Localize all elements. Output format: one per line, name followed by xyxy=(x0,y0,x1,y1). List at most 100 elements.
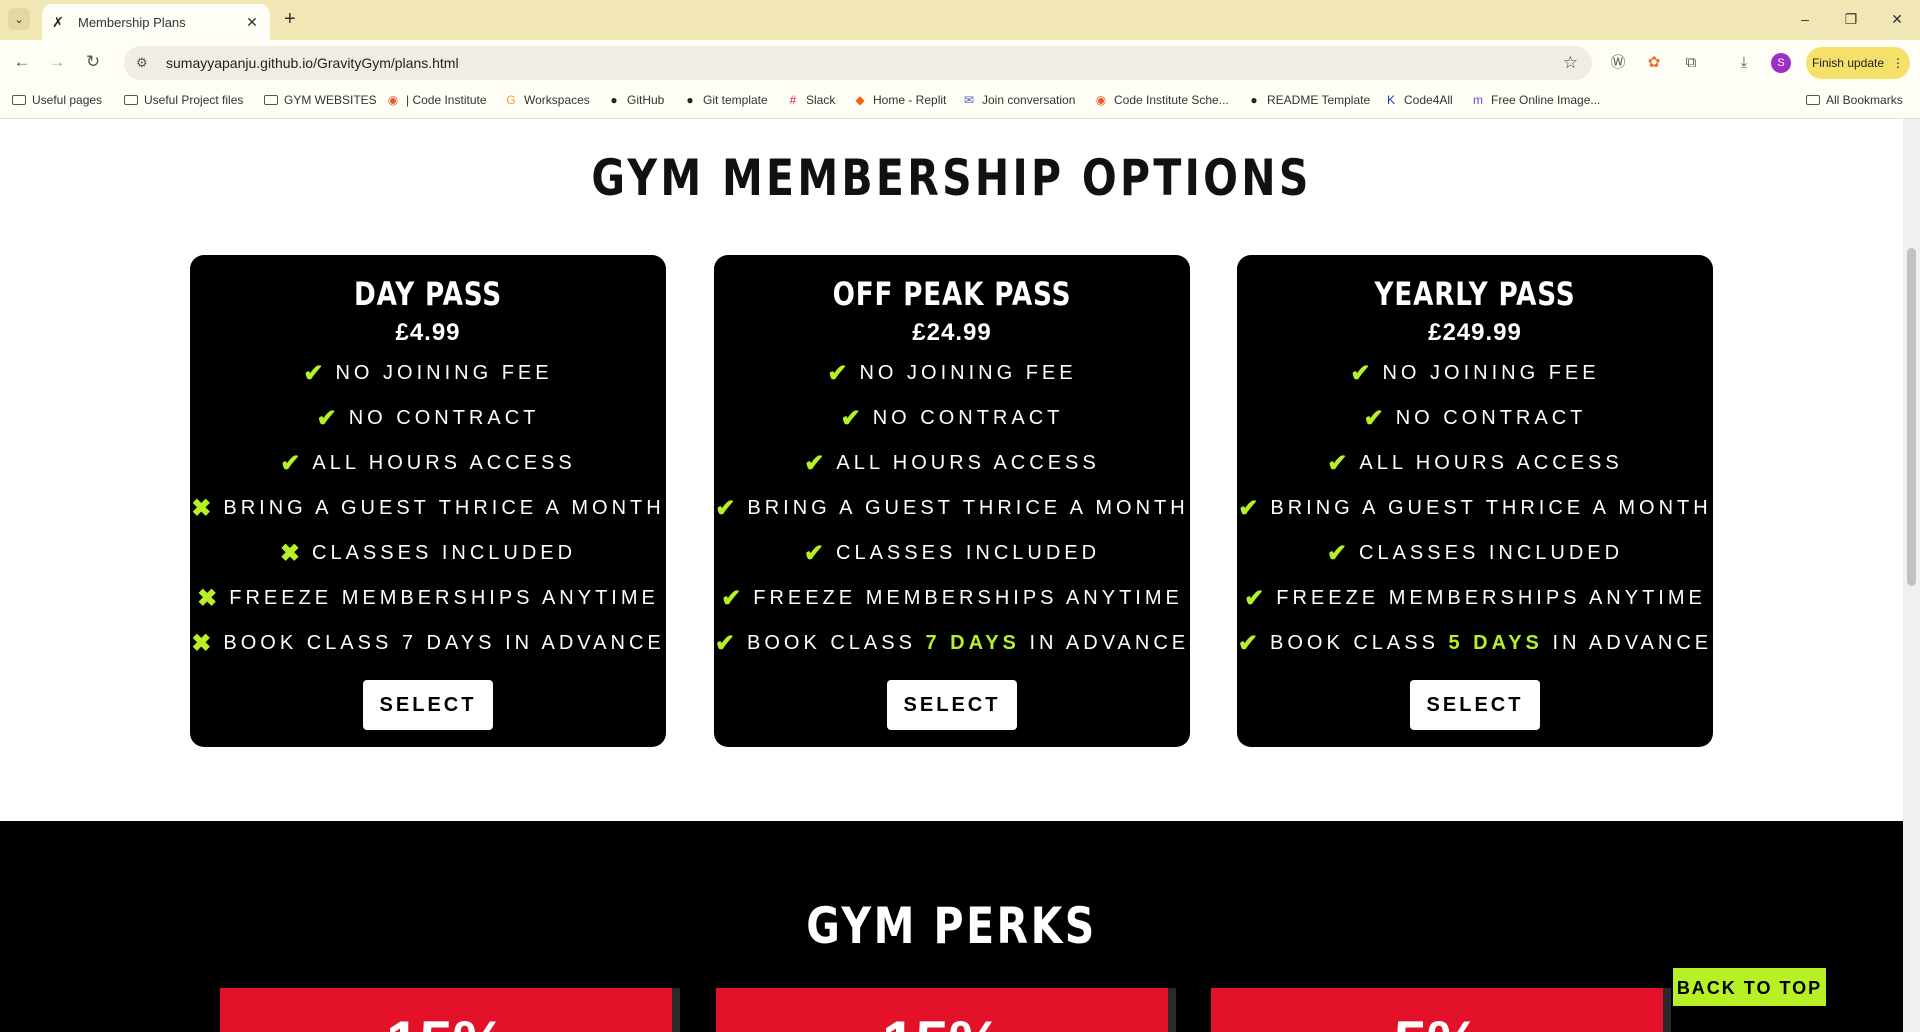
restore-icon[interactable]: ❐ xyxy=(1836,8,1866,30)
check-icon: ✔ xyxy=(1326,540,1348,567)
github-icon: ● xyxy=(686,93,694,107)
downloads-icon[interactable]: ⤓ xyxy=(1733,52,1755,74)
check-icon: ✔ xyxy=(1350,360,1371,387)
chat-icon: ✉ xyxy=(963,93,975,107)
bookmark-label: Home - Replit xyxy=(873,93,947,107)
bookmark-item[interactable]: ● GitHub xyxy=(607,92,664,108)
extension-icon[interactable]: ✿ xyxy=(1643,52,1665,74)
tab-close-icon[interactable]: ✕ xyxy=(244,14,260,30)
profile-avatar[interactable]: S xyxy=(1771,53,1791,73)
feature-text: BOOK CLASS xyxy=(746,632,926,654)
github-icon: ● xyxy=(610,93,618,107)
bookmark-label: Workspaces xyxy=(524,93,590,107)
all-bookmarks[interactable]: All Bookmarks xyxy=(1806,92,1903,108)
gym-perks-section: GYM PERKS 15% 15% 5% xyxy=(0,821,1903,1032)
bookmark-label: Join conversation xyxy=(982,93,1076,107)
bookmark-item[interactable]: GYM WEBSITES xyxy=(264,92,377,108)
bookmark-item[interactable]: Useful pages xyxy=(12,92,102,108)
feature-text: CLASSES INCLUDED xyxy=(312,542,577,564)
select-button[interactable]: SELECT xyxy=(1410,680,1540,730)
check-icon: ✔ xyxy=(303,360,324,387)
feature-text: BRING A GUEST THRICE A MONTH xyxy=(223,497,665,519)
g-icon: G xyxy=(506,93,516,107)
perk-card: 15% xyxy=(220,988,672,1032)
back-to-top-button[interactable]: BACK TO TOP xyxy=(1672,967,1827,1007)
bookmark-star-icon[interactable]: ☆ xyxy=(1563,53,1578,73)
github-icon: ● xyxy=(1250,93,1258,107)
m-icon: m xyxy=(1473,93,1483,107)
check-icon: ✔ xyxy=(316,405,337,432)
back-arrow-icon[interactable]: ← xyxy=(10,51,34,73)
extensions-puzzle-icon[interactable]: ⧉ xyxy=(1680,52,1702,74)
feature-text: CLASSES INCLUDED xyxy=(1359,542,1624,564)
minimize-icon[interactable]: – xyxy=(1790,8,1820,30)
feature-text: CLASSES INCLUDED xyxy=(836,542,1101,564)
select-button[interactable]: SELECT xyxy=(363,680,493,730)
k-icon: K xyxy=(1386,93,1395,107)
cross-icon: ✖ xyxy=(191,495,212,522)
feature-item: ✔ NO CONTRACT xyxy=(714,396,1190,441)
address-bar[interactable]: ⚙ sumayyapanju.github.io/GravityGym/plan… xyxy=(124,46,1592,80)
perk-value: 5% xyxy=(1394,1009,1481,1032)
check-icon: ✔ xyxy=(715,495,736,522)
feature-text: BOOK CLASS 7 DAYS IN ADVANCE xyxy=(223,632,665,654)
gym-favicon-icon: ✗ xyxy=(52,14,64,30)
new-tab-plus-icon[interactable]: + xyxy=(284,8,296,30)
bookmark-item[interactable]: ● README Template xyxy=(1247,92,1370,108)
bookmark-item[interactable]: m Free Online Image... xyxy=(1471,92,1600,108)
window-close-icon[interactable]: ✕ xyxy=(1882,8,1912,30)
bookmark-item[interactable]: ◉ | Code Institute xyxy=(386,92,487,108)
feature-highlight: 5 DAYS xyxy=(1448,632,1543,654)
check-icon: ✔ xyxy=(804,450,825,477)
bookmark-item[interactable]: ◆ Home - Replit xyxy=(853,92,946,108)
bookmark-item[interactable]: # Slack xyxy=(786,92,836,108)
plan-price: £4.99 xyxy=(395,319,461,346)
perk-value: 15% xyxy=(882,1009,1002,1032)
circle-icon: ◉ xyxy=(387,93,399,107)
cross-icon: ✖ xyxy=(197,585,218,612)
feature-text: ALL HOURS ACCESS xyxy=(836,452,1100,474)
plan-price: £249.99 xyxy=(1428,319,1522,346)
finish-update-label: Finish update xyxy=(1811,56,1885,70)
finish-update-button[interactable]: Finish update ⋮ xyxy=(1806,47,1910,79)
feature-item: ✔ ALL HOURS ACCESS xyxy=(714,441,1190,486)
bookmark-label: Code Institute Sche... xyxy=(1114,93,1229,107)
bookmark-item[interactable]: Useful Project files xyxy=(124,92,243,108)
feature-text: FREEZE MEMBERSHIPS ANYTIME xyxy=(229,587,659,609)
feature-text: BRING A GUEST THRICE A MONTH xyxy=(1270,497,1712,519)
feature-item: ✔ CLASSES INCLUDED xyxy=(714,531,1190,576)
bookmark-item[interactable]: ● Git template xyxy=(683,92,767,108)
bookmark-item[interactable]: K Code4All xyxy=(1384,92,1453,108)
feature-item: ✔ NO JOINING FEE xyxy=(714,351,1190,396)
feature-highlight: 7 DAYS xyxy=(925,632,1020,654)
scrollbar-thumb[interactable] xyxy=(1907,248,1916,586)
check-icon: ✔ xyxy=(1237,630,1258,657)
feature-item: ✔ BRING A GUEST THRICE A MONTH xyxy=(714,486,1190,531)
check-icon: ✔ xyxy=(803,540,825,567)
feature-text: ALL HOURS ACCESS xyxy=(312,452,576,474)
folder-icon xyxy=(124,95,138,105)
check-icon: ✔ xyxy=(827,360,848,387)
tab-search-chevron-icon[interactable]: ⌄ xyxy=(8,8,30,30)
check-icon: ✔ xyxy=(714,630,735,657)
bookmark-item[interactable]: ✉ Join conversation xyxy=(962,92,1075,108)
bookmark-label: Code4All xyxy=(1404,93,1453,107)
feature-item: ✖ BOOK CLASS 7 DAYS IN ADVANCE xyxy=(190,621,666,666)
bookmark-item[interactable]: G Workspaces xyxy=(504,92,590,108)
bookmark-item[interactable]: ◉ Code Institute Sche... xyxy=(1094,92,1229,108)
feature-item: ✔ FREEZE MEMBERSHIPS ANYTIME xyxy=(1237,576,1713,621)
browser-tab[interactable]: ✗ Membership Plans ✕ xyxy=(42,4,270,40)
site-info-icon[interactable]: ⚙ xyxy=(136,55,154,71)
select-button[interactable]: SELECT xyxy=(887,680,1017,730)
wordpress-extension-icon[interactable]: Ⓦ xyxy=(1607,52,1629,74)
forward-arrow-icon[interactable]: → xyxy=(45,51,69,73)
perk-value: 15% xyxy=(386,1009,506,1032)
reload-icon[interactable]: ↻ xyxy=(81,51,105,73)
cross-icon: ✖ xyxy=(191,630,212,657)
plan-name: YEARLY PASS xyxy=(1374,275,1576,313)
check-icon: ✔ xyxy=(1244,585,1265,612)
feature-text: FREEZE MEMBERSHIPS ANYTIME xyxy=(753,587,1183,609)
perks-title: GYM PERKS xyxy=(806,897,1097,955)
bookmark-label: Useful Project files xyxy=(144,93,244,107)
check-icon: ✔ xyxy=(280,450,301,477)
